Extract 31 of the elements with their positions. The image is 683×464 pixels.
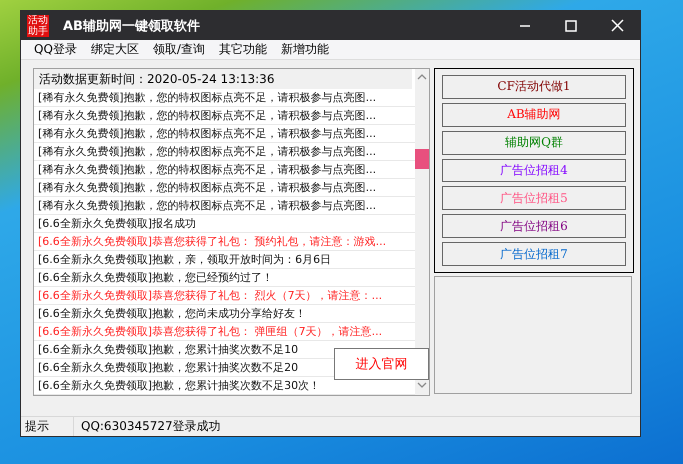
log-entry: [6.6全新永久免费领取]抱歉，亲，领取开放时间为：6月6日 [34, 251, 416, 269]
log-entry: [6.6全新永久免费领取]报名成功 [34, 215, 416, 233]
log-entry: [稀有永久免费领]抱歉，您的特权图标点亮不足，请积极参与点亮图... [34, 107, 416, 125]
log-entry: [稀有永久免费领]抱歉，您的特权图标点亮不足，请积极参与点亮图... [34, 197, 416, 215]
window-title: AB辅助网一键领取软件 [63, 18, 200, 34]
log-entry: [稀有永久免费领]抱歉，您的特权图标点亮不足，请积极参与点亮图... [34, 161, 416, 179]
status-message: QQ:630345727登录成功 [80, 418, 221, 435]
log-entry: [稀有永久免费领]抱歉，您的特权图标点亮不足，请积极参与点亮图... [34, 179, 416, 197]
link-button[interactable]: CF活动代做1 [442, 75, 626, 99]
link-button[interactable]: 广告位招租6 [442, 214, 626, 238]
log-entry: [稀有永久免费领]抱歉，您的特权图标点亮不足，请积极参与点亮图... [34, 125, 416, 143]
log-entry: [稀有永久免费领]抱歉，您的特权图标点亮不足，请积极参与点亮图... [34, 143, 416, 161]
log-entry: [6.6全新永久免费领取]恭喜您获得了礼包： 烈火（7天），请注意：... [34, 287, 416, 305]
menu-item[interactable]: 绑定大区 [84, 41, 146, 58]
menu-item[interactable]: QQ登录 [27, 41, 84, 58]
log-entry: [稀有永久免费领]抱歉，您的特权图标点亮不足，请积极参与点亮图... [34, 89, 416, 107]
link-button[interactable]: AB辅助网 [442, 102, 626, 127]
update-time-header: 活动数据更新时间：2020-05-24 13:13:36 [34, 69, 412, 89]
log-entry: [6.6全新永久免费领取]抱歉，您尚未成功分享给好友！ [34, 305, 416, 323]
link-button[interactable]: 广告位招租7 [442, 242, 626, 266]
log-entry: [6.6全新永久免费领取]恭喜您获得了礼包： 预约礼包，请注意：游戏... [34, 233, 416, 251]
link-button[interactable]: 广告位招租4 [442, 158, 626, 182]
log-entry: [6.6全新永久免费领取]抱歉，您已经预约过了！ [34, 269, 416, 287]
link-button[interactable]: 辅助网Q群 [442, 130, 626, 155]
menu-item[interactable]: 领取/查询 [146, 41, 212, 58]
log-entry: [6.6全新永久免费领取]恭喜您获得了礼包： 弹匣组（7天），请注意... [34, 323, 416, 341]
menu-item[interactable]: 新增功能 [274, 41, 336, 58]
app-logo: 活动助手 [27, 14, 49, 36]
visit-website-button[interactable]: 进入官网 [334, 348, 429, 380]
menu-item[interactable]: 其它功能 [212, 41, 274, 58]
status-label: 提示 [21, 417, 74, 436]
